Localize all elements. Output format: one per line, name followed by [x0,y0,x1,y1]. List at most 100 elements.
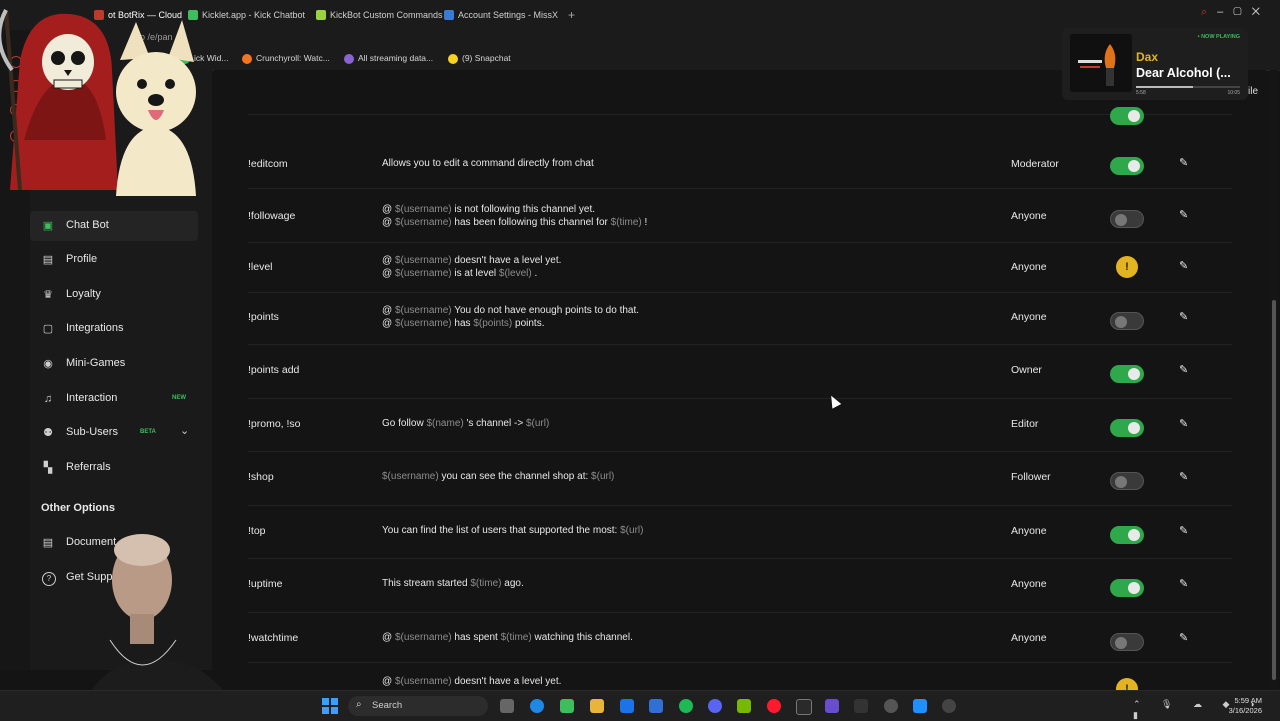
response-text: @ [382,267,395,279]
table-row: !promo, !so Go follow $(name) 's channel… [248,398,1232,452]
copilot-icon[interactable] [560,699,574,713]
command-toggle[interactable] [1110,419,1144,437]
command-role[interactable]: Moderator [1011,158,1059,170]
app-icon[interactable] [825,699,839,713]
bookmark-item[interactable]: All streaming data... [344,53,433,64]
variable-token: $(username) [394,267,452,279]
minimize-icon[interactable]: – [1217,6,1233,18]
taskbar-clock[interactable]: 5:59 AM 3/16/2026 [1229,696,1262,716]
command-role[interactable]: Anyone [1011,210,1047,222]
command-name: !top [248,525,266,537]
pencil-icon[interactable]: ✎ [1179,208,1188,221]
response-line: @ $(username) You do not have enough poi… [382,305,639,318]
warning-icon[interactable]: ! [1116,678,1138,690]
file-icon[interactable] [500,699,514,713]
command-role[interactable]: Anyone [1011,525,1047,537]
windows-start-icon[interactable] [322,698,338,714]
sidebar-item-label: Interaction [66,392,118,404]
maximize-icon[interactable]: ▢ [1233,6,1251,18]
spotify-icon[interactable] [679,699,693,713]
commands-panel: !editcom Allows you to edit a command di… [214,70,1266,690]
response-text: Allows you to edit a command directly fr… [382,158,594,169]
new-tab-button[interactable]: + [568,8,575,22]
command-toggle[interactable] [1110,365,1144,383]
settings-icon[interactable] [884,699,898,713]
app-icon[interactable] [913,699,927,713]
command-role[interactable]: Editor [1011,418,1038,430]
response-line: @ $(username) is not following this chan… [382,204,647,217]
bookmark-item[interactable]: Crunchyroll: Watc... [242,53,330,64]
pencil-icon[interactable]: ✎ [1179,259,1188,272]
response-text: has [451,317,474,329]
command-toggle[interactable] [1110,633,1144,651]
store-icon[interactable] [620,699,634,713]
pencil-icon[interactable]: ✎ [1179,524,1188,537]
pencil-icon[interactable]: ✎ [1179,363,1188,376]
command-toggle[interactable] [1110,210,1144,228]
sidebar-item-chat-bot[interactable]: ▣ Chat Bot [30,211,198,241]
tab-favicon-icon [316,10,326,20]
command-toggle[interactable] [1110,579,1144,597]
pencil-icon[interactable]: ✎ [1179,631,1188,644]
variable-token: $(time) [500,632,532,643]
pencil-icon[interactable]: ✎ [1179,156,1188,169]
taskbar-search[interactable]: ⌕ Search [348,696,488,716]
table-row: !uptime This stream started $(time) ago.… [248,558,1232,613]
sidebar-item-mini-games[interactable]: ◉ Mini-Games [30,349,198,379]
scrollbar[interactable] [1270,70,1278,690]
response-text: ! [641,216,648,228]
file-explorer-icon[interactable] [590,699,604,713]
search-tabs-icon[interactable]: ⌕ [1201,6,1217,18]
variable-token: $(time) [610,216,642,228]
response-line: @ $(username) doesn't have a level yet. [382,676,561,689]
command-name: !followage [248,210,296,222]
variable-token: $(level) [498,267,532,279]
sidebar-item-profile[interactable]: ▤ Profile [30,245,198,275]
command-role[interactable]: Owner [1011,364,1042,376]
discord-icon[interactable] [708,699,722,713]
browser-tab[interactable]: Account Settings - MissX [442,6,574,24]
now-playing-tag: • NOW PLAYING [1197,34,1240,40]
close-icon[interactable]: ✕ [1252,6,1270,18]
response-text: ago. [501,578,524,589]
edge-icon[interactable] [530,699,544,713]
chevron-down-icon[interactable]: ⌄ [180,424,189,437]
browser-tab[interactable]: Kicklet.app - Kick Chatbot [186,6,318,24]
command-response: This stream started $(time) ago. [382,578,524,591]
command-role[interactable]: Anyone [1011,632,1047,644]
command-toggle[interactable] [1110,526,1144,544]
pencil-icon[interactable]: ✎ [1179,577,1188,590]
sidebar-item-loyalty[interactable]: ♛ Loyalty [30,280,198,310]
outlook-icon[interactable] [649,699,663,713]
command-role[interactable]: Anyone [1011,578,1047,590]
sidebar-item-integrations[interactable]: ▢ Integrations [30,314,198,344]
pencil-icon[interactable]: ✎ [1179,310,1188,323]
app-icon[interactable] [854,699,868,713]
sidebar-item-referrals[interactable]: ▚ Referrals [30,453,198,483]
pencil-icon[interactable]: ✎ [1179,417,1188,430]
bookmark-item[interactable]: (9) Snapchat [448,53,511,64]
sidebar-item-label: Integrations [66,322,124,334]
command-role[interactable]: Follower [1011,471,1051,483]
response-line: @ $(username) doesn't have a level yet. [382,255,561,268]
warning-icon[interactable]: ! [1116,256,1138,278]
scrollbar-thumb[interactable] [1272,300,1276,680]
opera-icon[interactable] [767,699,781,713]
command-toggle[interactable] [1110,157,1144,175]
obs-icon[interactable] [796,699,812,715]
command-role[interactable]: Anyone [1011,311,1047,323]
sidebar-item-label: Sub-Users [66,426,118,438]
command-role[interactable]: Anyone [1011,261,1047,273]
variable-token: $(url) [591,471,615,482]
command-name: !points add [248,364,300,376]
browser-tab[interactable]: KickBot Custom Commands [314,6,446,24]
sidebar-item-sub-users[interactable]: ⚉ Sub-Users BETA ⌄ [30,418,198,448]
command-toggle[interactable] [1110,472,1144,490]
sidebar-item-interaction[interactable]: ♫ Interaction NEW [30,384,198,414]
response-text: @ [382,216,395,228]
nvidia-icon[interactable] [737,699,751,713]
elapsed-time: 5:58 [1136,90,1146,96]
app-icon[interactable] [942,699,956,713]
pencil-icon[interactable]: ✎ [1179,470,1188,483]
command-toggle[interactable] [1110,312,1144,330]
